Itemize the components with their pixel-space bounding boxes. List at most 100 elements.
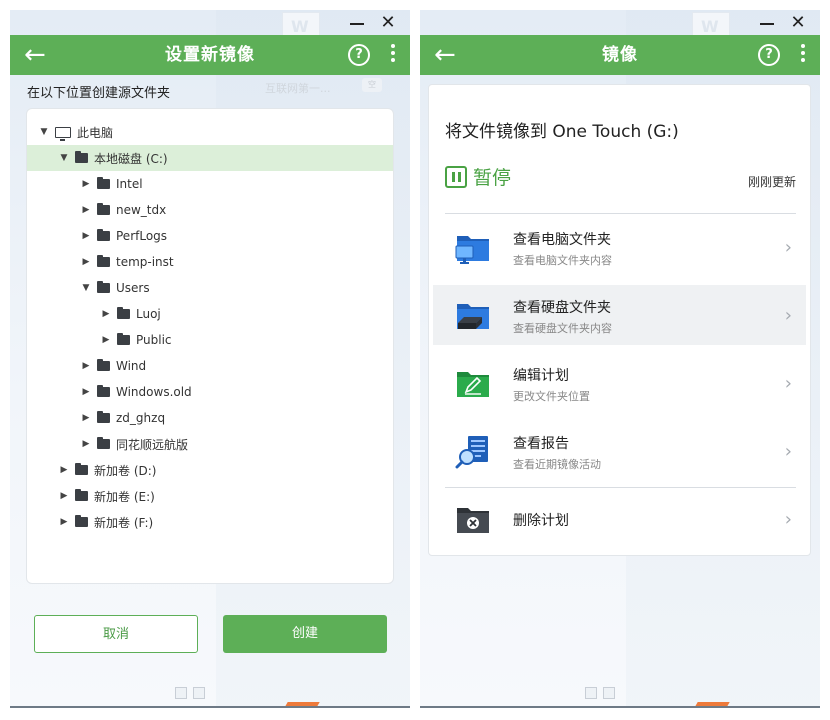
menu-item-label: 查看报告	[513, 436, 569, 452]
pause-label: 暂停	[473, 167, 512, 189]
close-button[interactable]: ✕	[787, 12, 809, 34]
caret-right-icon[interactable]: ▶	[81, 413, 91, 423]
create-button[interactable]: 创建	[223, 615, 387, 653]
menu-item-label: 编辑计划	[513, 368, 569, 384]
folder-icon	[97, 385, 110, 397]
help-icon[interactable]: ?	[758, 44, 780, 66]
tree-item-label: 新加卷 (E:)	[94, 489, 155, 504]
tree-item-label: 同花顺远航版	[116, 437, 189, 452]
instruction-text: 在以下位置创建源文件夹	[27, 86, 171, 101]
tree-item[interactable]: ▼ 本地磁盘 (C:)	[27, 145, 393, 171]
tree-item-label: 新加卷 (F:)	[94, 515, 154, 530]
folder-icon	[75, 515, 88, 527]
background-accent-shape	[284, 702, 320, 708]
view-drive-folder-item[interactable]: 查看硬盘文件夹 查看硬盘文件夹内容 ›	[433, 285, 806, 345]
menu-item-label: 查看硬盘文件夹	[513, 300, 611, 316]
tree-item-this-pc[interactable]: ▼ 此电脑	[27, 119, 393, 145]
tree-item[interactable]: ▼ Users	[27, 275, 393, 301]
tree-item-label: 新加卷 (D:)	[94, 463, 157, 478]
tree-item-label: temp-inst	[116, 255, 174, 269]
app-header: ← 镜像 ?	[420, 35, 820, 75]
tree-item[interactable]: ▶ new_tdx	[27, 197, 393, 223]
view-computer-folder-item[interactable]: 查看电脑文件夹 查看电脑文件夹内容 ›	[433, 217, 806, 277]
tree-item-label: Public	[136, 333, 172, 347]
caret-right-icon[interactable]: ▶	[81, 361, 91, 371]
minimize-button[interactable]	[346, 12, 368, 34]
caret-right-icon[interactable]: ▶	[59, 517, 69, 527]
folder-icon	[97, 203, 110, 215]
caret-right-icon[interactable]: ▶	[81, 179, 91, 189]
background-tag: 空	[362, 78, 382, 92]
edit-plan-item[interactable]: 编辑计划 更改文件夹位置 ›	[433, 353, 806, 413]
tree-item[interactable]: ▶ 新加卷 (F:)	[27, 509, 393, 535]
caret-right-icon[interactable]: ▶	[81, 387, 91, 397]
tree-item[interactable]: ▶ Wind	[27, 353, 393, 379]
minimize-button[interactable]	[756, 12, 778, 34]
menu-item-label: 查看电脑文件夹	[513, 232, 611, 248]
caret-right-icon[interactable]: ▶	[81, 231, 91, 241]
more-options-icon[interactable]	[390, 44, 396, 66]
chevron-right-icon: ›	[784, 509, 792, 530]
menu-item-description: 查看近期镜像活动	[513, 458, 601, 471]
close-button[interactable]: ✕	[377, 12, 399, 34]
computer-folder-icon	[455, 236, 489, 264]
update-status: 刚刚更新	[747, 175, 796, 189]
folder-icon	[97, 177, 110, 189]
tree-item-label: 本地磁盘 (C:)	[94, 151, 168, 166]
menu-item-description: 查看电脑文件夹内容	[513, 254, 612, 267]
caret-right-icon[interactable]: ▶	[59, 491, 69, 501]
title-bar: ✕	[420, 10, 820, 35]
view-report-item[interactable]: 查看报告 查看近期镜像活动 ›	[433, 421, 806, 481]
edit-folder-icon	[457, 372, 489, 397]
mirror-window: W ✕ ← 镜像 ? 将文件镜像到 One Touch (G:) 暂停 刚刚更新…	[420, 10, 820, 708]
tree-item[interactable]: ▶ 同花顺远航版	[27, 431, 393, 457]
chevron-right-icon: ›	[784, 441, 792, 462]
tree-item-label: Luoj	[136, 307, 161, 321]
pause-button[interactable]: 暂停	[445, 163, 511, 190]
divider	[445, 213, 796, 214]
delete-folder-icon	[457, 508, 489, 533]
tree-item[interactable]: ▶ Luoj	[27, 301, 393, 327]
caret-right-icon[interactable]: ▶	[101, 335, 111, 345]
folder-icon	[97, 229, 110, 241]
drive-folder-icon	[457, 304, 489, 329]
folder-tree: ▼ 此电脑 ▼ 本地磁盘 (C:) ▶ Intel ▶ new_tdx ▶ PerfLogs ▶ te…	[26, 108, 394, 584]
tree-item[interactable]: ▶ temp-inst	[27, 249, 393, 275]
caret-right-icon[interactable]: ▶	[81, 205, 91, 215]
caret-down-icon[interactable]: ▼	[81, 283, 91, 293]
delete-plan-item[interactable]: 删除计划 ›	[433, 489, 806, 549]
menu-item-label: 删除计划	[513, 513, 569, 529]
folder-icon	[75, 489, 88, 501]
caret-down-icon[interactable]: ▼	[39, 127, 49, 137]
mirror-destination-title: 将文件镜像到 One Touch (G:)	[445, 122, 679, 142]
caret-right-icon[interactable]: ▶	[81, 439, 91, 449]
tree-item[interactable]: ▶ zd_ghzq	[27, 405, 393, 431]
folder-icon	[97, 255, 110, 267]
caret-right-icon[interactable]: ▶	[101, 309, 111, 319]
caret-down-icon[interactable]: ▼	[59, 153, 69, 163]
more-options-icon[interactable]	[800, 44, 806, 66]
tree-item-label: Wind	[116, 359, 147, 373]
tree-item-label: Users	[116, 281, 150, 295]
background-footer-icons	[170, 684, 210, 702]
folder-icon	[97, 359, 110, 371]
folder-icon	[97, 411, 110, 423]
tree-item[interactable]: ▶ 新加卷 (E:)	[27, 483, 393, 509]
cancel-button[interactable]: 取消	[34, 615, 198, 653]
caret-right-icon[interactable]: ▶	[59, 465, 69, 475]
folder-icon	[75, 151, 88, 163]
tree-item[interactable]: ▶ PerfLogs	[27, 223, 393, 249]
tree-item[interactable]: ▶ 新加卷 (D:)	[27, 457, 393, 483]
report-icon	[455, 436, 488, 469]
tree-item[interactable]: ▶ Intel	[27, 171, 393, 197]
tree-item-label: PerfLogs	[116, 229, 168, 243]
divider	[445, 487, 796, 488]
caret-right-icon[interactable]: ▶	[81, 257, 91, 267]
tree-item[interactable]: ▶ Windows.old	[27, 379, 393, 405]
tree-item[interactable]: ▶ Public	[27, 327, 393, 353]
tree-item-label: new_tdx	[116, 203, 167, 217]
chevron-right-icon: ›	[784, 305, 792, 326]
help-icon[interactable]: ?	[348, 44, 370, 66]
background-footer-icons	[580, 684, 620, 702]
computer-icon	[55, 126, 71, 141]
